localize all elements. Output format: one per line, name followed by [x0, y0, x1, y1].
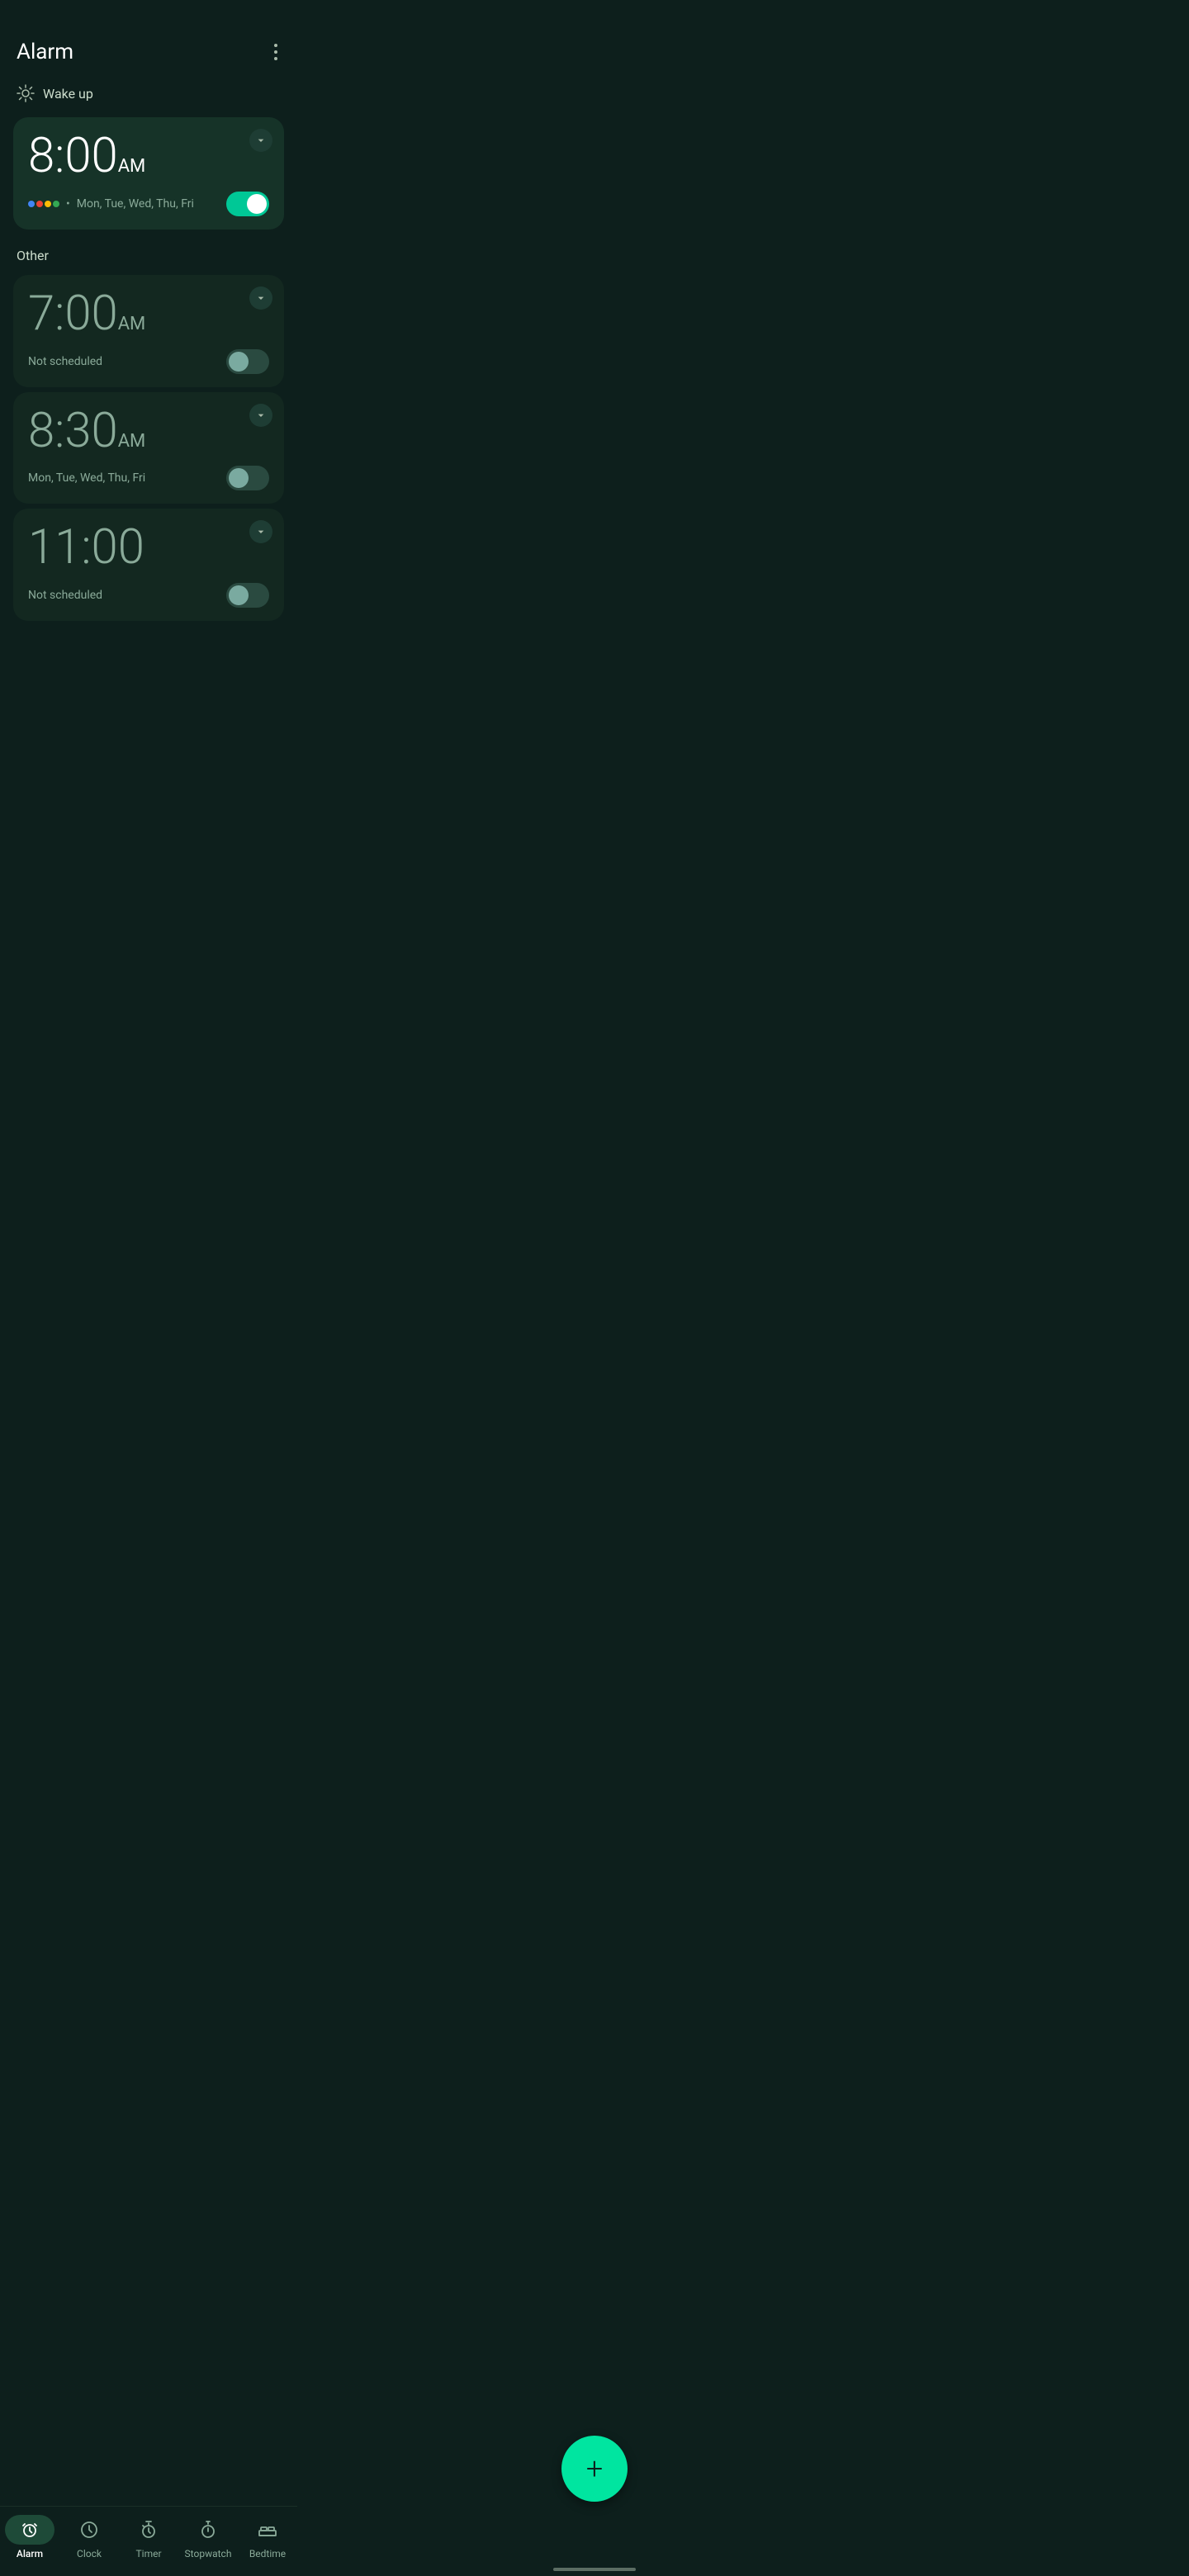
- alarm-time-830: 8:30AM: [28, 405, 269, 458]
- more-options-button[interactable]: [271, 40, 281, 64]
- alarm-schedule-1100: Not scheduled: [28, 589, 102, 602]
- google-dot-green: [53, 201, 59, 207]
- add-alarm-fab[interactable]: +: [561, 2436, 628, 2502]
- alarm-time-1100: 11:00: [28, 522, 269, 575]
- nav-alarm-icon-wrap: [5, 2515, 54, 2545]
- alarm-nav-icon: [20, 2520, 40, 2540]
- alarm-footer-700: Not scheduled: [28, 349, 269, 374]
- google-dot-red: [36, 201, 43, 207]
- nav-label-stopwatch: Stopwatch: [185, 2548, 232, 2559]
- google-dot-blue: [28, 201, 35, 207]
- toggle-knob-1100: [229, 585, 249, 605]
- alarm-card-700[interactable]: 7:00AM Not scheduled: [13, 275, 284, 387]
- alarm-toggle-wakeup[interactable]: [226, 192, 269, 216]
- wake-up-label: Wake up: [43, 86, 93, 102]
- alarm-footer-wakeup: • Mon, Tue, Wed, Thu, Fri: [28, 192, 269, 216]
- alarm-toggle-830[interactable]: [226, 466, 269, 490]
- toggle-knob-wakeup: [247, 194, 267, 214]
- nav-label-bedtime: Bedtime: [249, 2548, 286, 2559]
- sun-icon: [17, 84, 35, 102]
- toggle-knob-830: [229, 468, 249, 488]
- google-assistant-icon: [28, 201, 59, 207]
- alarm-time-700: 7:00AM: [28, 288, 269, 341]
- home-indicator: [553, 2568, 636, 2571]
- expand-button-wakeup[interactable]: [249, 129, 272, 152]
- nav-item-timer[interactable]: Timer: [119, 2515, 178, 2559]
- nav-item-stopwatch[interactable]: Stopwatch: [178, 2515, 238, 2559]
- expand-button-830[interactable]: [249, 404, 272, 427]
- wakeup-days-text: Mon, Tue, Wed, Thu, Fri: [77, 197, 194, 211]
- nav-stopwatch-icon-wrap: [183, 2515, 233, 2545]
- bottom-navigation: Alarm Clock: [0, 2506, 297, 2576]
- timer-nav-icon: [139, 2520, 159, 2540]
- alarm-card-830[interactable]: 8:30AM Mon, Tue, Wed, Thu, Fri: [13, 392, 284, 504]
- clock-nav-icon: [79, 2520, 99, 2540]
- alarm-toggle-1100[interactable]: [226, 583, 269, 608]
- alarm-toggle-700[interactable]: [226, 349, 269, 374]
- page-title: Alarm: [17, 40, 73, 64]
- alarm-card-1100[interactable]: 11:00 Not scheduled: [13, 509, 284, 621]
- app-header: Alarm: [0, 0, 297, 78]
- menu-dot-3: [274, 57, 277, 60]
- menu-dot-2: [274, 50, 277, 54]
- wake-up-section-label: Wake up: [0, 78, 297, 112]
- wake-up-alarm-card[interactable]: 8:00AM • Mon, Tue, Wed, Thu, Fri: [13, 117, 284, 230]
- menu-dot-1: [274, 44, 277, 47]
- google-dot-yellow: [45, 201, 51, 207]
- expand-button-700[interactable]: [249, 286, 272, 310]
- nav-item-bedtime[interactable]: Bedtime: [238, 2515, 297, 2559]
- alarm-schedule-wakeup: • Mon, Tue, Wed, Thu, Fri: [28, 197, 194, 211]
- nav-clock-icon-wrap: [64, 2515, 114, 2545]
- nav-label-clock: Clock: [77, 2548, 102, 2559]
- toggle-knob-700: [229, 352, 249, 372]
- nav-item-clock[interactable]: Clock: [59, 2515, 119, 2559]
- nav-label-timer: Timer: [135, 2548, 161, 2559]
- nav-label-alarm: Alarm: [17, 2548, 43, 2559]
- stopwatch-nav-icon: [198, 2520, 218, 2540]
- alarm-footer-830: Mon, Tue, Wed, Thu, Fri: [28, 466, 269, 490]
- bullet-separator: •: [66, 197, 70, 211]
- alarm-time-wakeup: 8:00AM: [28, 130, 269, 183]
- other-label: Other: [17, 248, 49, 263]
- bedtime-nav-icon: [258, 2520, 277, 2540]
- other-section-header: Other: [0, 234, 297, 270]
- nav-bedtime-icon-wrap: [243, 2515, 292, 2545]
- nav-item-alarm[interactable]: Alarm: [0, 2515, 59, 2559]
- fab-plus-icon: +: [586, 2454, 603, 2484]
- nav-timer-icon-wrap: [124, 2515, 173, 2545]
- alarm-schedule-700: Not scheduled: [28, 355, 102, 368]
- alarm-schedule-830: Mon, Tue, Wed, Thu, Fri: [28, 471, 145, 485]
- alarm-footer-1100: Not scheduled: [28, 583, 269, 608]
